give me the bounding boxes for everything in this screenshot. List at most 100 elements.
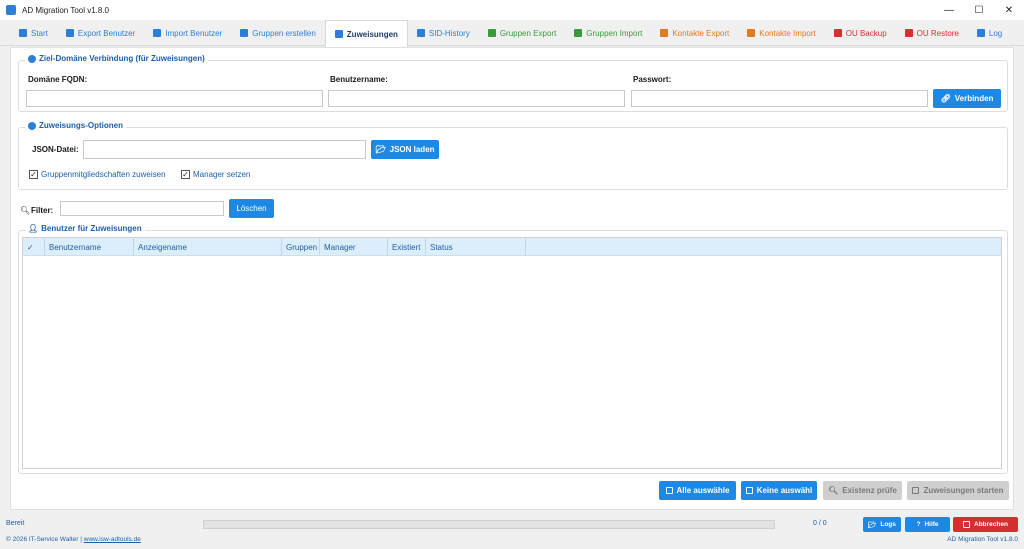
tab-icon (487, 29, 496, 37)
tab-label: Kontakte Export (672, 28, 730, 38)
cancel-button[interactable]: Abbrechen (953, 517, 1018, 532)
empty-checkbox-icon (745, 487, 753, 494)
tab-label: OU Restore (916, 28, 959, 38)
tab-icon (976, 29, 985, 37)
tab-sid-history[interactable]: SID-History (408, 20, 479, 46)
tab-icon (153, 29, 162, 37)
question-icon: ? (916, 521, 921, 528)
options-group-title: Zuweisungs-Optionen (25, 121, 126, 130)
tab-start[interactable]: Start (10, 20, 57, 46)
tab-gruppen-erstellen[interactable]: Gruppen erstellen (231, 20, 325, 46)
maximize-button[interactable]: ☐ (964, 0, 994, 20)
tab-log[interactable]: Log (968, 20, 1011, 46)
tab-label: SID-History (428, 28, 470, 38)
tab-icon (19, 29, 27, 37)
tab-ou-backup[interactable]: OU Backup (825, 20, 896, 46)
minimize-button[interactable]: — (934, 0, 964, 20)
checkbox-box[interactable]: ✓ (29, 170, 38, 179)
play-icon (912, 487, 920, 494)
tab-icon (660, 29, 669, 37)
password-label: Passwort: (633, 75, 672, 84)
tab-gruppen-import[interactable]: Gruppen Import (565, 20, 651, 46)
tab-icon (65, 29, 74, 37)
set-manager-checkbox[interactable]: ✓ Manager setzen (181, 170, 250, 179)
column-header-status[interactable]: Status (426, 238, 526, 256)
filter-label: Filter: (31, 206, 54, 215)
tab-bar: Start Export Benutzer Import Benutzer Grupp… (0, 20, 1024, 47)
assign-groups-checkbox[interactable]: ✓ Gruppenmitgliedschaften zuweisen (29, 170, 166, 179)
folder-icon: 📂︎ (375, 145, 386, 154)
tab-icon (904, 29, 913, 37)
column-header-manager[interactable]: Manager (320, 238, 388, 256)
column-header-displayname[interactable]: Anzeigename (134, 238, 282, 256)
connect-button[interactable]: 🔗︎ Verbinden (933, 89, 1001, 108)
tab-icon (574, 29, 583, 37)
tab-label: Gruppen erstellen (252, 28, 316, 38)
logs-button[interactable]: 📂︎ Logs (863, 517, 901, 532)
tab-zuweisungen[interactable]: Zuweisungen (324, 20, 408, 47)
clear-filter-button[interactable]: Löschen (229, 199, 274, 218)
website-link[interactable]: www.isw-adtools.de (84, 536, 141, 543)
json-file-input[interactable] (83, 140, 366, 159)
progress-bar (203, 520, 775, 529)
tab-ou-restore[interactable]: OU Restore (896, 20, 968, 46)
tab-label: Gruppen Import (586, 28, 643, 38)
status-bar: Bereit 0 / 0 © 2026 IT-Service Walter | … (0, 512, 1024, 549)
users-group-title: 👤︎ Benutzer für Zuweisungen (25, 224, 145, 233)
tab-kontakte-import[interactable]: Kontakte Import (738, 20, 824, 46)
folder-icon: 📂︎ (868, 521, 877, 529)
tab-export-benutzer[interactable]: Export Benutzer (57, 20, 144, 46)
tab-label: Zuweisungen (346, 29, 398, 39)
tab-icon (747, 29, 756, 37)
user-icon: 👤︎ (28, 224, 39, 233)
connection-group: Ziel-Domäne Verbindung (für Zuweisungen)… (18, 54, 1008, 112)
checkbox-box[interactable]: ✓ (181, 170, 190, 179)
tab-gruppen-export[interactable]: Gruppen Export (479, 20, 565, 46)
tab-icon (334, 30, 343, 38)
gear-icon (28, 121, 36, 130)
status-text: Bereit (6, 520, 25, 527)
column-header-exists[interactable]: Existiert (388, 238, 426, 256)
link-icon: 🔗︎ (940, 94, 951, 103)
filter-input[interactable] (60, 201, 224, 216)
username-label: Benutzername: (330, 75, 388, 84)
tab-icon (416, 29, 425, 37)
close-button[interactable]: ✕ (994, 0, 1024, 20)
tab-icon (833, 29, 842, 37)
tab-label: Kontakte Import (759, 28, 816, 38)
tab-label: Gruppen Export (499, 28, 557, 38)
network-icon (28, 54, 36, 63)
tab-label: Log (988, 28, 1003, 38)
version-label: AD Migration Tool v1.8.0 (947, 536, 1018, 543)
main-panel: Ziel-Domäne Verbindung (für Zuweisungen)… (10, 47, 1014, 510)
start-assignments-button[interactable]: Zuweisungen starten (907, 481, 1009, 500)
select-all-button[interactable]: Alle auswähle (659, 481, 736, 500)
column-header-groups[interactable]: Gruppen (282, 238, 320, 256)
tab-label: Export Benutzer (77, 28, 136, 38)
password-input[interactable] (631, 90, 928, 107)
checkbox-icon (665, 487, 673, 494)
tab-label: OU Backup (845, 28, 887, 38)
users-table[interactable]: ✓ Benutzername Anzeigename Gruppen Manag… (22, 237, 1002, 469)
window-title: AD Migration Tool v1.8.0 (22, 5, 110, 15)
help-button[interactable]: ? Hilfe (905, 517, 950, 532)
username-input[interactable] (328, 90, 625, 107)
tab-icon (240, 29, 249, 37)
app-icon (6, 5, 16, 15)
copyright: © 2026 IT-Service Walter | www.isw-adtoo… (6, 536, 141, 543)
column-header-select[interactable]: ✓ (23, 238, 45, 256)
tab-kontakte-export[interactable]: Kontakte Export (651, 20, 738, 46)
search-icon: 🔍︎ (828, 486, 839, 495)
title-bar: AD Migration Tool v1.8.0 — ☐ ✕ (0, 0, 1024, 20)
progress-count: 0 / 0 (813, 520, 827, 527)
stop-icon (963, 521, 971, 528)
column-header-username[interactable]: Benutzername (45, 238, 134, 256)
check-existence-button[interactable]: 🔍︎ Existenz prüfe (823, 481, 902, 500)
domain-label: Domäne FQDN: (28, 75, 88, 84)
select-none-button[interactable]: Keine auswähl (741, 481, 817, 500)
domain-input[interactable] (26, 90, 323, 107)
load-json-button[interactable]: 📂︎ JSON laden (371, 140, 439, 159)
tab-import-benutzer[interactable]: Import Benutzer (144, 20, 231, 46)
connection-group-title: Ziel-Domäne Verbindung (für Zuweisungen) (25, 54, 208, 63)
json-file-label: JSON-Datei: (32, 145, 79, 154)
